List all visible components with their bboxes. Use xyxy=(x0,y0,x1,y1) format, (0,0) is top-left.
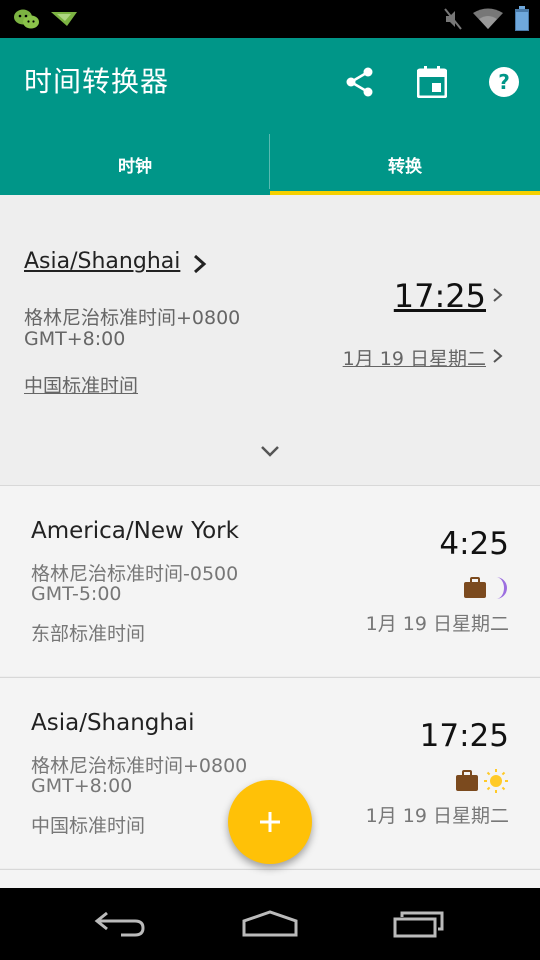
list-item[interactable]: America/New York 格林尼治标准时间-0500 GMT-5:00 … xyxy=(0,486,540,676)
zone-time: 17:25 xyxy=(419,718,509,754)
muted-icon xyxy=(440,6,466,32)
bird-notification-icon xyxy=(48,6,80,32)
page-title: 时间转换器 xyxy=(24,65,170,98)
source-time-section: Asia/Shanghai 格林尼治标准时间+0800 GMT+8:00 中国标… xyxy=(0,195,540,485)
back-icon xyxy=(94,911,145,937)
source-zone-name[interactable]: 中国标准时间 xyxy=(24,371,138,398)
chevron-down-icon[interactable] xyxy=(258,443,282,463)
zone-time: 4:25 xyxy=(439,526,509,562)
zone-name: 中国标准时间 xyxy=(31,815,146,837)
add-zone-button[interactable] xyxy=(228,780,312,864)
recents-button[interactable] xyxy=(380,902,460,946)
zone-offset: 格林尼治标准时间-0500 xyxy=(31,563,239,585)
share-icon xyxy=(346,67,373,97)
chevron-right-icon[interactable] xyxy=(192,253,208,279)
back-button[interactable] xyxy=(80,902,160,946)
tab-clock[interactable]: 时钟 xyxy=(0,134,270,195)
help-button[interactable]: ? xyxy=(484,62,524,102)
help-icon: ? xyxy=(489,67,519,97)
zone-offset: 格林尼治标准时间+0800 xyxy=(31,755,248,777)
chevron-right-icon[interactable] xyxy=(492,287,504,307)
zone-date: 1月 19 日星期二 xyxy=(365,805,509,827)
app-bar: 时间转换器 ? 时钟 转换 xyxy=(0,38,540,195)
home-icon xyxy=(242,910,298,937)
plus-icon xyxy=(260,812,280,832)
wifi-icon xyxy=(472,6,504,32)
wechat-icon xyxy=(12,6,42,32)
battery-icon xyxy=(512,6,532,32)
source-date-link[interactable]: 1月 19 日星期二 xyxy=(343,344,486,371)
zone-gmt: GMT+8:00 xyxy=(31,775,133,797)
zone-name: 东部标准时间 xyxy=(31,623,146,645)
briefcase-icon xyxy=(456,770,478,791)
calendar-icon xyxy=(417,66,447,98)
list-item[interactable] xyxy=(0,870,540,888)
zone-label: America/New York xyxy=(31,518,239,544)
share-button[interactable] xyxy=(340,62,380,102)
source-zone-link[interactable]: Asia/Shanghai xyxy=(24,249,180,274)
zone-date: 1月 19 日星期二 xyxy=(365,613,509,635)
briefcase-icon xyxy=(464,577,486,598)
status-bar xyxy=(0,0,540,38)
source-offset: 格林尼治标准时间+0800 xyxy=(24,307,241,329)
chevron-right-icon[interactable] xyxy=(492,348,504,368)
moon-icon xyxy=(496,577,507,599)
status-icons xyxy=(455,768,509,794)
source-gmt: GMT+8:00 xyxy=(24,328,126,350)
source-time-link[interactable]: 17:25 xyxy=(394,277,486,315)
tab-clock-label: 时钟 xyxy=(118,157,152,177)
zone-gmt: GMT-5:00 xyxy=(31,583,122,605)
tab-convert[interactable]: 转换 xyxy=(270,134,540,195)
status-icons xyxy=(463,576,509,600)
tab-convert-label: 转换 xyxy=(388,157,422,177)
sun-icon xyxy=(484,769,508,793)
recents-icon xyxy=(393,911,444,938)
tab-bar: 时钟 转换 xyxy=(0,134,540,195)
zone-label: Asia/Shanghai xyxy=(31,710,195,736)
navigation-bar xyxy=(0,888,540,960)
svg-text:?: ? xyxy=(498,70,510,94)
calendar-button[interactable] xyxy=(412,62,452,102)
home-button[interactable] xyxy=(230,902,310,946)
